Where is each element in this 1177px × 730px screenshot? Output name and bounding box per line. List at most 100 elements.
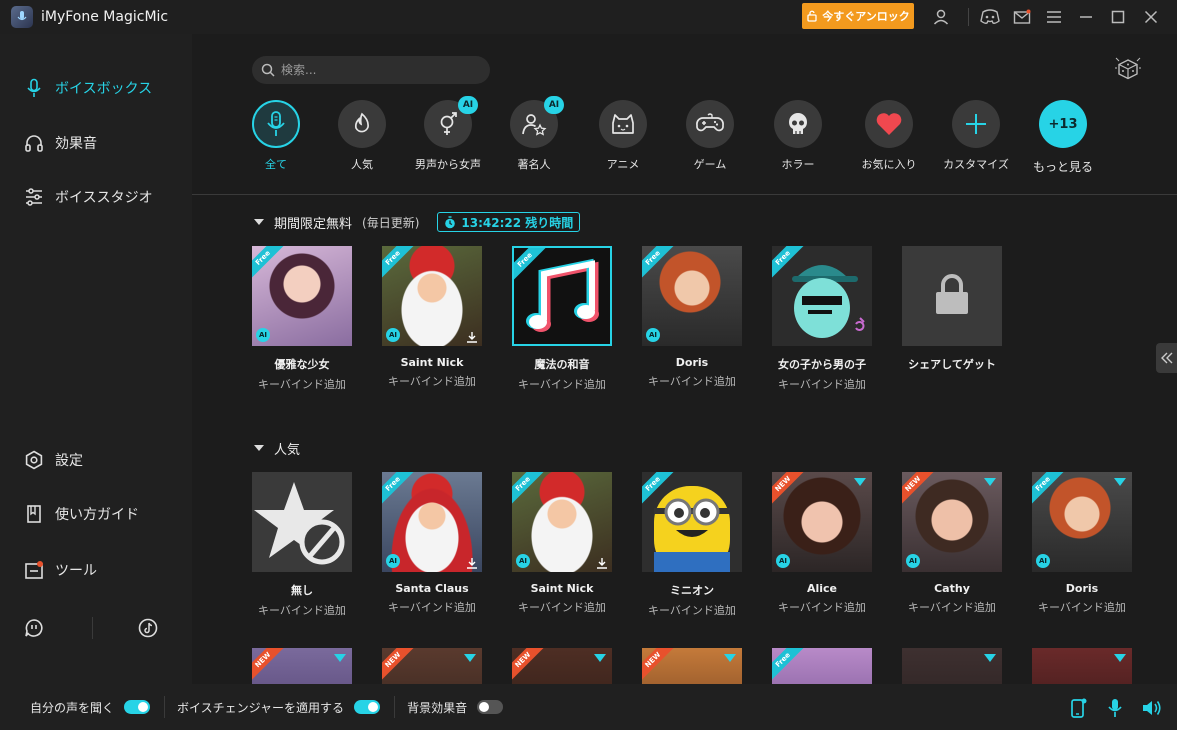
bg-sound-toggle[interactable] <box>477 700 504 714</box>
double-chevron-left-icon <box>1160 352 1172 364</box>
sidebar-item-tools[interactable]: ツール <box>24 558 97 582</box>
keybind-link[interactable]: キーバインド追加 <box>382 599 482 615</box>
category-popular[interactable]: 人気 <box>322 100 402 172</box>
limited-section-note: (毎日更新) <box>362 215 420 230</box>
minimize-icon[interactable] <box>1076 7 1096 27</box>
voice-card[interactable]: NEW <box>642 648 742 684</box>
voice-card[interactable]: Free AI Santa Claus キーバインド追加 <box>382 472 482 615</box>
category-anime[interactable]: アニメ <box>583 100 663 172</box>
ai-badge: AI <box>386 328 400 342</box>
popular-section-header[interactable]: 人気 <box>254 438 300 458</box>
collapse-caret-icon[interactable] <box>254 445 264 451</box>
user-icon[interactable] <box>931 7 951 27</box>
gender-icon <box>440 112 457 135</box>
voice-card[interactable]: Free ミニオン キーバインド追加 <box>642 472 742 618</box>
keybind-link[interactable]: キーバインド追加 <box>252 376 352 392</box>
share-unlock-card[interactable]: シェアしてゲット <box>902 246 1002 372</box>
voice-card[interactable]: NEW <box>512 648 612 684</box>
category-celebrity[interactable]: AI 著名人 <box>494 96 574 172</box>
voice-card[interactable]: Free AI 優雅な少女 キーバインド追加 <box>252 246 352 392</box>
mail-icon[interactable] <box>1012 7 1032 27</box>
premium-diamond-icon <box>984 478 996 486</box>
premium-diamond-icon <box>1114 478 1126 486</box>
sidebar-item-label: 効果音 <box>55 136 97 152</box>
keybind-link[interactable]: キーバインド追加 <box>512 376 612 392</box>
voice-card[interactable]: NEW <box>382 648 482 684</box>
keybind-link[interactable]: キーバインド追加 <box>382 373 482 389</box>
voice-card[interactable]: NEW AI Cathy キーバインド追加 <box>902 472 1002 615</box>
more-count-badge: +13 <box>1039 100 1087 148</box>
discord-icon[interactable] <box>980 7 1000 27</box>
keybind-link[interactable]: キーバインド追加 <box>642 602 742 618</box>
category-more[interactable]: +13 もっと見る <box>1023 100 1103 175</box>
guide-icon <box>27 505 41 523</box>
voice-name: 優雅な少女 <box>274 358 330 371</box>
unlock-label: 今すぐアンロック <box>822 10 910 23</box>
sidebar-item-voice-studio[interactable]: ボイススタジオ <box>24 185 153 209</box>
voice-thumbnail: NEW <box>512 648 612 684</box>
maximize-icon[interactable] <box>1108 7 1128 27</box>
menu-icon[interactable] <box>1044 7 1064 27</box>
sidebar-item-voicebox[interactable]: ボイスボックス <box>24 76 152 100</box>
voice-card[interactable]: NEW AI Alice キーバインド追加 <box>772 472 872 615</box>
flame-icon <box>354 112 369 133</box>
close-icon[interactable] <box>1141 7 1161 27</box>
microphone-icon[interactable] <box>1106 698 1124 718</box>
limited-section-title: 期間限定無料 <box>274 216 353 232</box>
speaker-icon[interactable] <box>1141 698 1163 718</box>
ai-badge: AI <box>906 554 920 568</box>
sidebar-item-sound-effects[interactable]: 効果音 <box>24 131 97 155</box>
hear-voice-toggle[interactable] <box>124 700 151 714</box>
new-ribbon: NEW <box>902 472 935 506</box>
voice-card[interactable]: Free 魔法の和音 キーバインド追加 <box>512 246 612 392</box>
voice-card[interactable]: Free 女の子から男の子 キーバインド追加 <box>772 246 872 392</box>
voice-card[interactable]: Free <box>772 648 872 684</box>
sidebar-item-label: ボイスボックス <box>55 81 153 97</box>
voice-card[interactable]: Free AI Doris キーバインド追加 <box>1032 472 1132 615</box>
headphones-icon <box>25 135 43 152</box>
collapse-caret-icon[interactable] <box>254 219 264 225</box>
unlock-button[interactable]: 今すぐアンロック <box>802 3 914 29</box>
sidebar-item-label: 設定 <box>55 453 83 469</box>
voice-card[interactable]: Free AI Saint Nick キーバインド追加 <box>512 472 612 615</box>
keybind-link[interactable]: キーバインド追加 <box>772 376 872 392</box>
voice-card[interactable] <box>902 648 1002 684</box>
download-icon[interactable] <box>596 557 608 569</box>
title-bar: iMyFone MagicMic 今すぐアンロック <box>0 0 1177 34</box>
category-game[interactable]: ゲーム <box>670 100 750 172</box>
keybind-link[interactable]: キーバインド追加 <box>1032 599 1132 615</box>
keybind-link[interactable]: キーバインド追加 <box>772 599 872 615</box>
sidebar-item-settings[interactable]: 設定 <box>24 448 83 472</box>
category-horror[interactable]: ホラー <box>758 100 838 172</box>
limited-section-header[interactable]: 期間限定無料 (毎日更新) 13:42:22 残り時間 <box>254 212 581 232</box>
search-bar[interactable] <box>252 56 490 84</box>
category-customize[interactable]: カスタマイズ <box>936 100 1016 172</box>
keybind-link[interactable]: キーバインド追加 <box>252 602 352 618</box>
voice-card[interactable]: Free AI Doris キーバインド追加 <box>642 246 742 389</box>
sidebar-item-guide[interactable]: 使い方ガイド <box>24 502 139 526</box>
feedback-icon[interactable] <box>24 618 44 638</box>
category-male-to-female[interactable]: AI 男声から女声 <box>408 96 488 172</box>
keybind-link[interactable]: キーバインド追加 <box>902 599 1002 615</box>
voice-card[interactable]: 無し キーバインド追加 <box>252 472 352 618</box>
voice-card[interactable] <box>1032 648 1132 684</box>
keybind-link[interactable]: キーバインド追加 <box>512 599 612 615</box>
collapse-panel-button[interactable] <box>1156 343 1177 373</box>
phone-icon[interactable] <box>1069 698 1087 718</box>
download-icon[interactable] <box>466 557 478 569</box>
cool-face-icon <box>792 265 865 338</box>
voice-card[interactable]: NEW <box>252 648 352 684</box>
search-input[interactable] <box>281 63 481 77</box>
voice-thumbnail: NEW <box>642 648 742 684</box>
voice-card[interactable]: Free AI Saint Nick キーバインド追加 <box>382 246 482 389</box>
keybind-link[interactable]: キーバインド追加 <box>642 373 742 389</box>
category-all[interactable]: 全て <box>236 100 316 172</box>
tiktok-icon[interactable] <box>138 618 158 638</box>
voice-thumbnail <box>902 648 1002 684</box>
random-dice-icon[interactable] <box>1114 56 1142 82</box>
category-favorites[interactable]: お気に入り <box>849 100 929 172</box>
download-icon[interactable] <box>466 331 478 343</box>
app-title: iMyFone MagicMic <box>41 9 169 25</box>
voice-name: 女の子から男の子 <box>778 358 866 371</box>
apply-changer-toggle[interactable] <box>354 700 381 714</box>
